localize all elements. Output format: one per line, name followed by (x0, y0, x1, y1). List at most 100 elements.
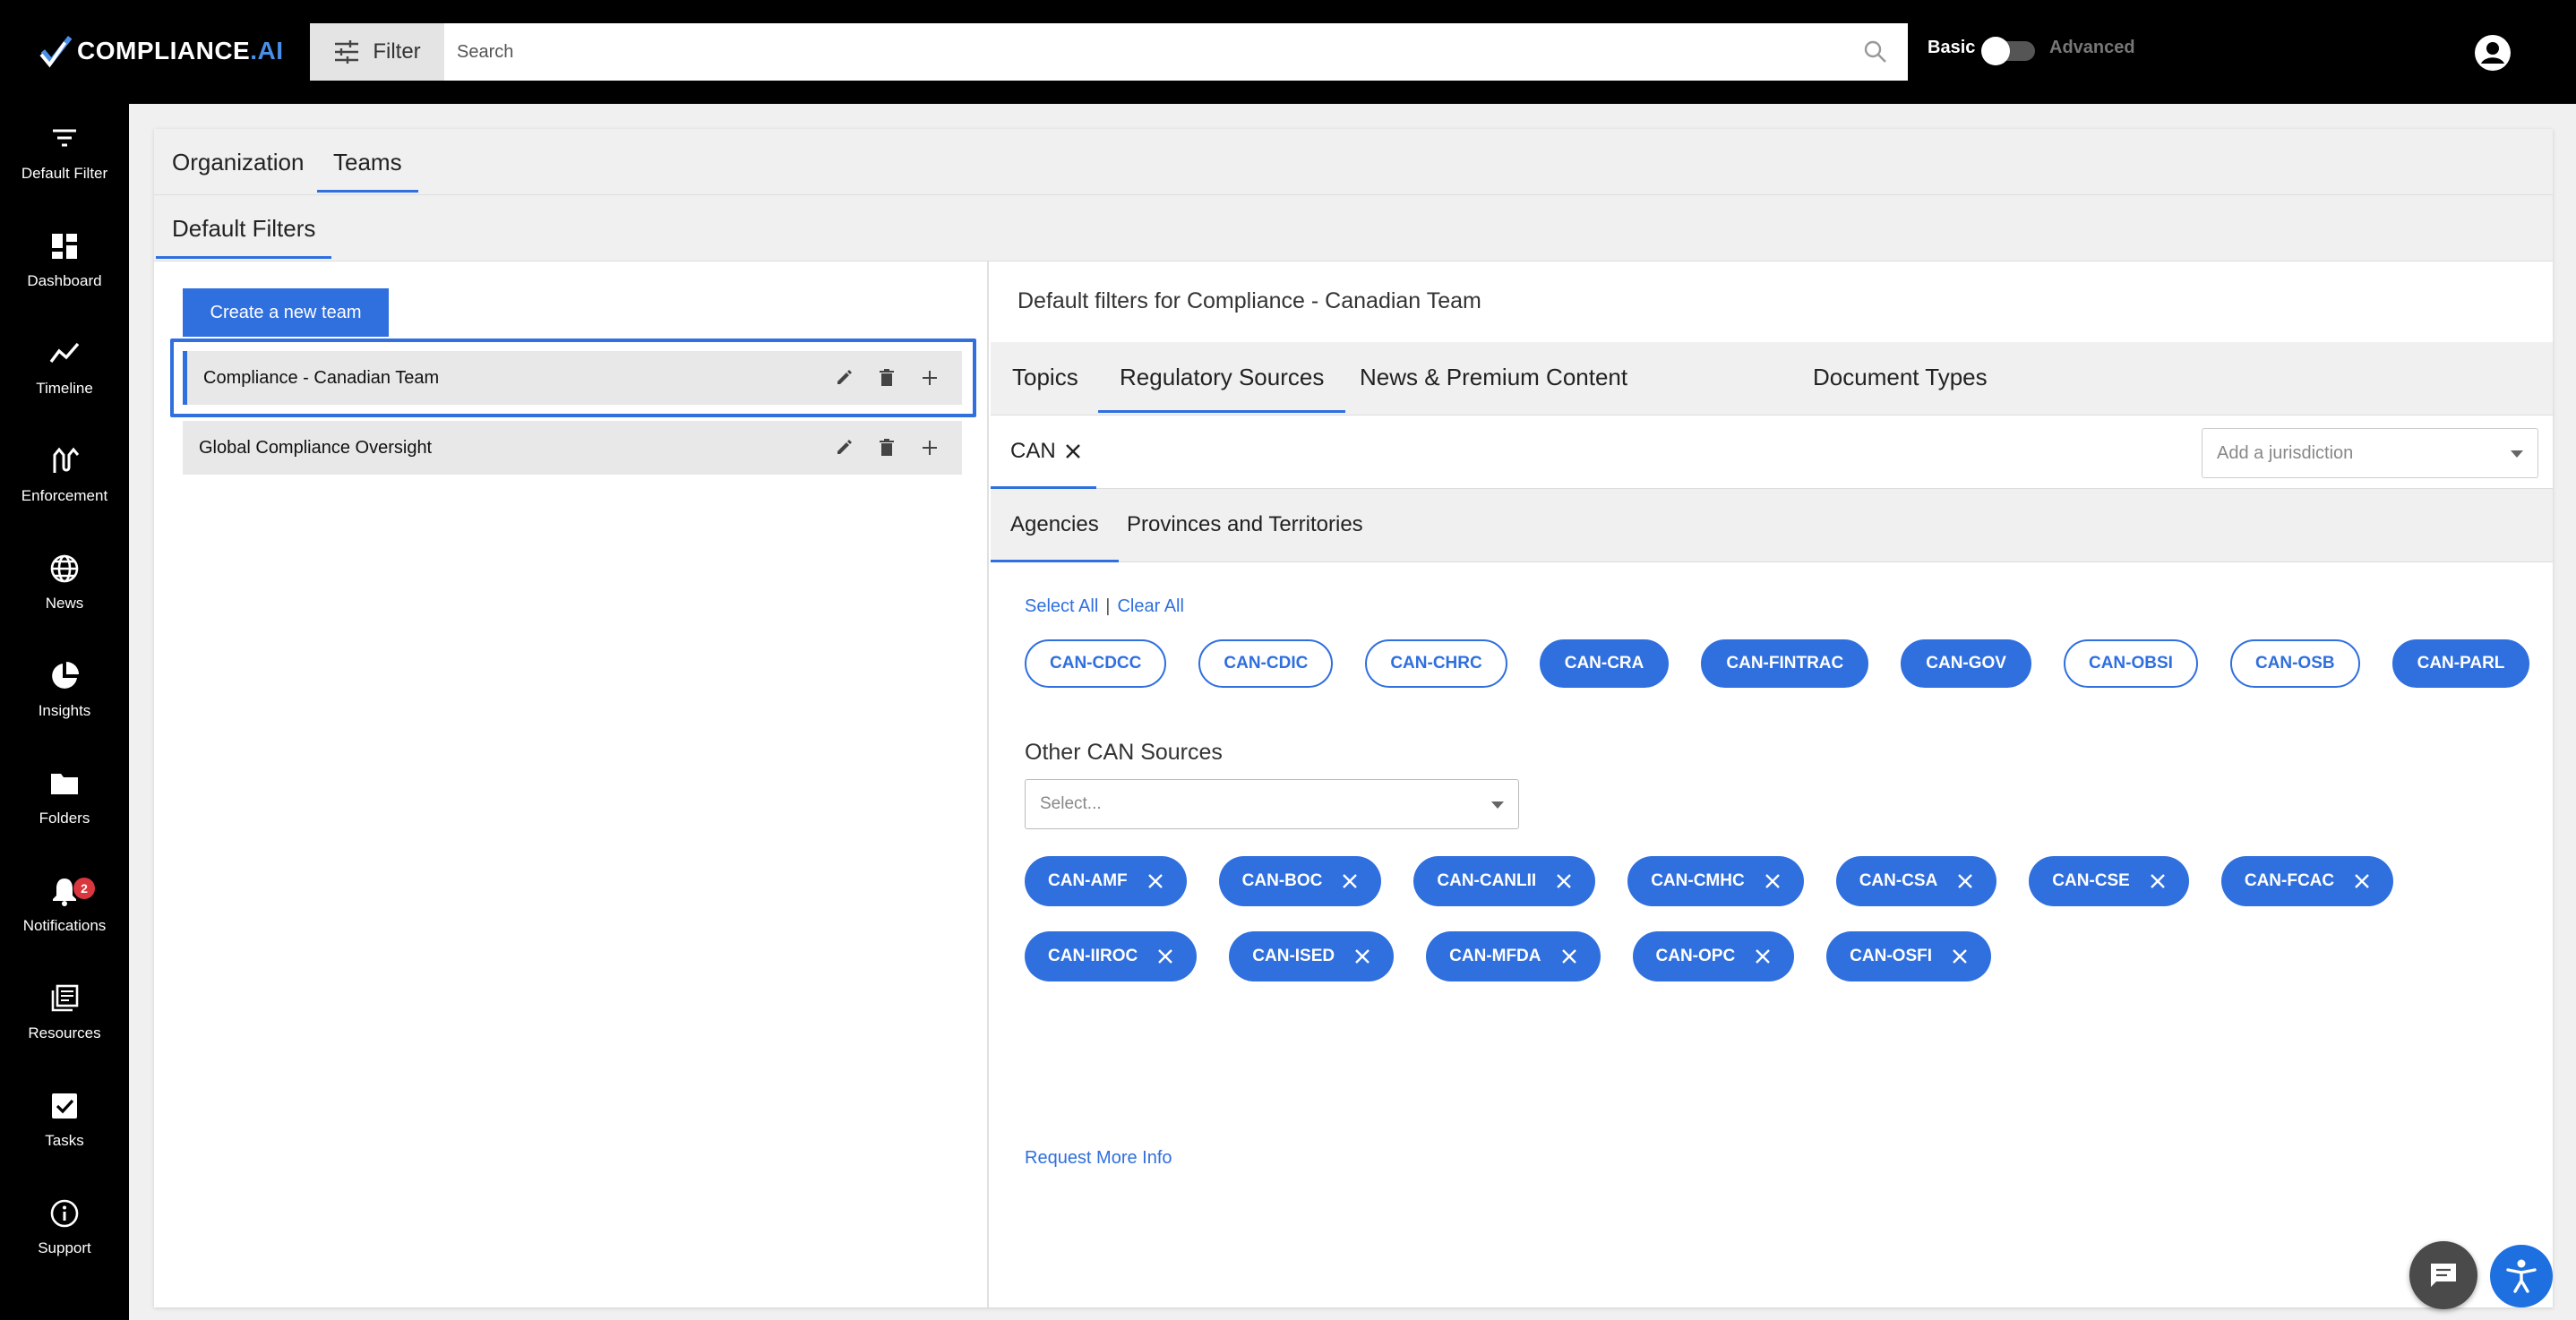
jurisdiction-chip-can[interactable]: CAN (991, 439, 1096, 489)
tab-default-filters[interactable]: Default Filters (155, 215, 332, 259)
nav-folders[interactable]: Folders (0, 749, 129, 847)
nav-news[interactable]: News (0, 534, 129, 632)
source-pill[interactable]: CAN-AMF (1025, 856, 1187, 906)
source-pill[interactable]: CAN-MFDA (1426, 931, 1601, 981)
source-pill-label: CAN-CMHC (1651, 871, 1745, 890)
agency-pill[interactable]: CAN-OBSI (2063, 639, 2198, 688)
tab-organization[interactable]: Organization (172, 149, 304, 176)
nav-insights[interactable]: Insights (0, 641, 129, 740)
mode-toggle[interactable] (1981, 37, 2035, 65)
nav-label: Enforcement (21, 487, 108, 504)
agency-pill[interactable]: CAN-FINTRAC (1701, 639, 1869, 688)
chat-icon (2431, 1264, 2456, 1287)
plus-icon (923, 441, 937, 455)
source-pill[interactable]: CAN-BOC (1218, 856, 1382, 906)
remove-source-icon[interactable] (1952, 948, 1968, 964)
team-row[interactable]: Global Compliance Oversight (183, 421, 962, 475)
select-all-link[interactable]: Select All (1025, 596, 1098, 616)
source-pill[interactable]: CAN-CSA (1835, 856, 1997, 906)
mode-basic-label: Basic (1928, 38, 1976, 57)
logo-text: COMPLIANCE.AI (77, 37, 284, 64)
agency-pill[interactable]: CAN-OSB (2229, 639, 2360, 688)
agency-pill[interactable]: CAN-CDIC (1198, 639, 1334, 688)
remove-source-icon[interactable] (2150, 873, 2166, 889)
nav-support[interactable]: Support (0, 1179, 129, 1277)
source-pill[interactable]: CAN-ISED (1229, 931, 1395, 981)
edit-team-button[interactable] (835, 439, 853, 457)
team-name: Compliance - Canadian Team (203, 367, 440, 388)
agency-pill-list: CAN-CDCC CAN-CDIC CAN-CHRC CAN-CRA CAN-FINTR… (1025, 639, 2530, 688)
logo-check-icon (39, 36, 73, 68)
remove-source-icon[interactable] (1147, 873, 1163, 889)
filters-panel-title: Default filters for Compliance - Canadia… (1018, 288, 1481, 313)
nav-label: Insights (38, 702, 91, 719)
source-pill-label: CAN-FCAC (2244, 871, 2335, 890)
filter-type-tabs: Topics Regulatory Sources News & Premium… (991, 342, 2553, 416)
other-sources-select[interactable]: Select... (1025, 779, 1519, 829)
source-pill[interactable]: CAN-FCAC (2220, 856, 2394, 906)
agency-pill[interactable]: CAN-PARL (2391, 639, 2530, 688)
add-jurisdiction-select[interactable]: Add a jurisdiction (2202, 428, 2538, 478)
search-input[interactable] (444, 25, 1842, 79)
enforcement-icon (53, 447, 80, 473)
edit-team-button[interactable] (835, 369, 853, 387)
mode-advanced-label: Advanced (2049, 38, 2135, 57)
tab-regulatory-sources[interactable]: Regulatory Sources (1097, 364, 1346, 413)
nav-resources[interactable]: Resources (0, 964, 129, 1062)
agency-pill[interactable]: CAN-CHRC (1365, 639, 1507, 688)
add-team-filter-button[interactable] (921, 369, 939, 387)
add-team-filter-button[interactable] (921, 439, 939, 457)
source-pill[interactable]: CAN-CANLII (1413, 856, 1596, 906)
tab-provinces-territories[interactable]: Provinces and Territories (1127, 512, 1363, 537)
remove-source-icon[interactable] (1354, 948, 1370, 964)
tab-topics[interactable]: Topics (1012, 364, 1078, 391)
agency-pill[interactable]: CAN-CDCC (1025, 639, 1167, 688)
user-account-icon[interactable] (2474, 34, 2512, 72)
remove-source-icon[interactable] (1157, 948, 1173, 964)
source-pill[interactable]: CAN-IIROC (1025, 931, 1198, 981)
nav-default-filter[interactable]: Default Filter (0, 104, 129, 202)
remove-source-icon[interactable] (2354, 873, 2370, 889)
tab-teams[interactable]: Teams (317, 149, 418, 193)
nav-label: Support (38, 1239, 91, 1256)
source-pill[interactable]: CAN-CSE (2029, 856, 2189, 906)
tab-news-premium-content[interactable]: News & Premium Content (1360, 364, 1627, 391)
remove-source-icon[interactable] (1957, 873, 1973, 889)
chat-button[interactable] (2409, 1241, 2477, 1309)
nav-notifications[interactable]: 2 Notifications (0, 856, 129, 955)
jurisdiction-chip-label: CAN (1010, 439, 1056, 463)
delete-team-button[interactable] (878, 369, 896, 387)
source-pill[interactable]: CAN-OSFI (1826, 931, 1991, 981)
filter-button[interactable]: Filter (310, 23, 444, 81)
create-team-button[interactable]: Create a new team (183, 288, 389, 337)
accessibility-button[interactable] (2490, 1245, 2553, 1307)
source-pill[interactable]: CAN-CMHC (1627, 856, 1804, 906)
nav-enforcement[interactable]: Enforcement (0, 426, 129, 525)
search-icon[interactable] (1863, 39, 1888, 64)
remove-source-icon[interactable] (1556, 873, 1572, 889)
team-row[interactable]: Compliance - Canadian Team (183, 351, 962, 405)
side-nav: Default Filter Dashboard Timeline Enforc… (0, 104, 129, 1320)
remove-source-icon[interactable] (1765, 873, 1781, 889)
request-more-info-link[interactable]: Request More Info (1025, 1148, 1172, 1169)
nav-dashboard[interactable]: Dashboard (0, 211, 129, 310)
source-pill[interactable]: CAN-OPC (1632, 931, 1795, 981)
source-pill-label: CAN-CSA (1859, 871, 1938, 890)
remove-source-icon[interactable] (1755, 948, 1771, 964)
tab-document-types[interactable]: Document Types (1813, 364, 1988, 391)
agency-pill[interactable]: CAN-GOV (1901, 639, 2031, 688)
jurisdiction-row: CAN Add a jurisdiction (991, 416, 2553, 489)
logo[interactable]: COMPLIANCE.AI (39, 34, 284, 68)
remove-source-icon[interactable] (1561, 948, 1577, 964)
agency-pill[interactable]: CAN-CRA (1539, 639, 1670, 688)
remove-source-icon[interactable] (1342, 873, 1358, 889)
nav-tasks[interactable]: Tasks (0, 1071, 129, 1170)
delete-team-button[interactable] (878, 439, 896, 457)
close-icon[interactable] (1065, 443, 1081, 459)
clear-all-link[interactable]: Clear All (1117, 596, 1183, 616)
source-pill-label: CAN-CANLII (1437, 871, 1537, 890)
nav-timeline[interactable]: Timeline (0, 319, 129, 417)
settings-card: Organization Teams Default Filters Creat… (154, 129, 2553, 1307)
tab-agencies[interactable]: Agencies (991, 512, 1119, 562)
source-sub-tabs: Agencies Provinces and Territories (991, 489, 2553, 562)
